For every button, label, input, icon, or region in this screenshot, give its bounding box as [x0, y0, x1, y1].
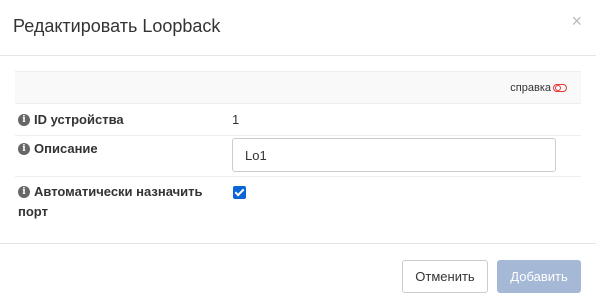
- auto-port-label-group: i Автоматически назначить порт: [18, 182, 203, 222]
- help-row: справка: [15, 71, 581, 104]
- device-id-label: ID устройства: [34, 112, 124, 127]
- description-label-group: i Описание: [18, 139, 98, 159]
- auto-port-label-text: Автоматически назначить порт: [18, 182, 203, 222]
- info-circle-icon: i: [18, 114, 30, 126]
- info-circle-icon: i: [18, 143, 30, 155]
- toggle-off-icon[interactable]: [553, 84, 567, 92]
- help-link[interactable]: справка: [510, 82, 567, 94]
- auto-port-checkbox[interactable]: [233, 186, 246, 199]
- cancel-button[interactable]: Отменить: [402, 260, 488, 293]
- auto-port-label-line2: порт: [18, 204, 48, 219]
- add-button[interactable]: Добавить: [497, 260, 581, 293]
- description-row: i Описание: [15, 136, 581, 177]
- modal-title: Редактировать Loopback: [13, 16, 221, 36]
- description-label: Описание: [34, 141, 98, 156]
- device-id-value: 1: [232, 112, 240, 127]
- close-icon[interactable]: ×: [571, 12, 582, 30]
- auto-port-row: i Автоматически назначить порт: [15, 177, 581, 241]
- device-id-label-group: i ID устройства: [18, 110, 124, 130]
- device-id-row: i ID устройства 1: [15, 104, 581, 136]
- auto-port-label: Автоматически назначить: [34, 184, 203, 199]
- modal-header: Редактировать Loopback ×: [0, 0, 596, 56]
- help-label: справка: [510, 82, 551, 94]
- info-circle-icon: i: [18, 186, 30, 198]
- form-table: справка i ID устройства 1 i Описание i А…: [15, 71, 581, 241]
- description-input[interactable]: [232, 138, 556, 172]
- edit-loopback-modal: Редактировать Loopback × справка i ID ус…: [0, 0, 596, 308]
- footer-divider: [0, 243, 596, 244]
